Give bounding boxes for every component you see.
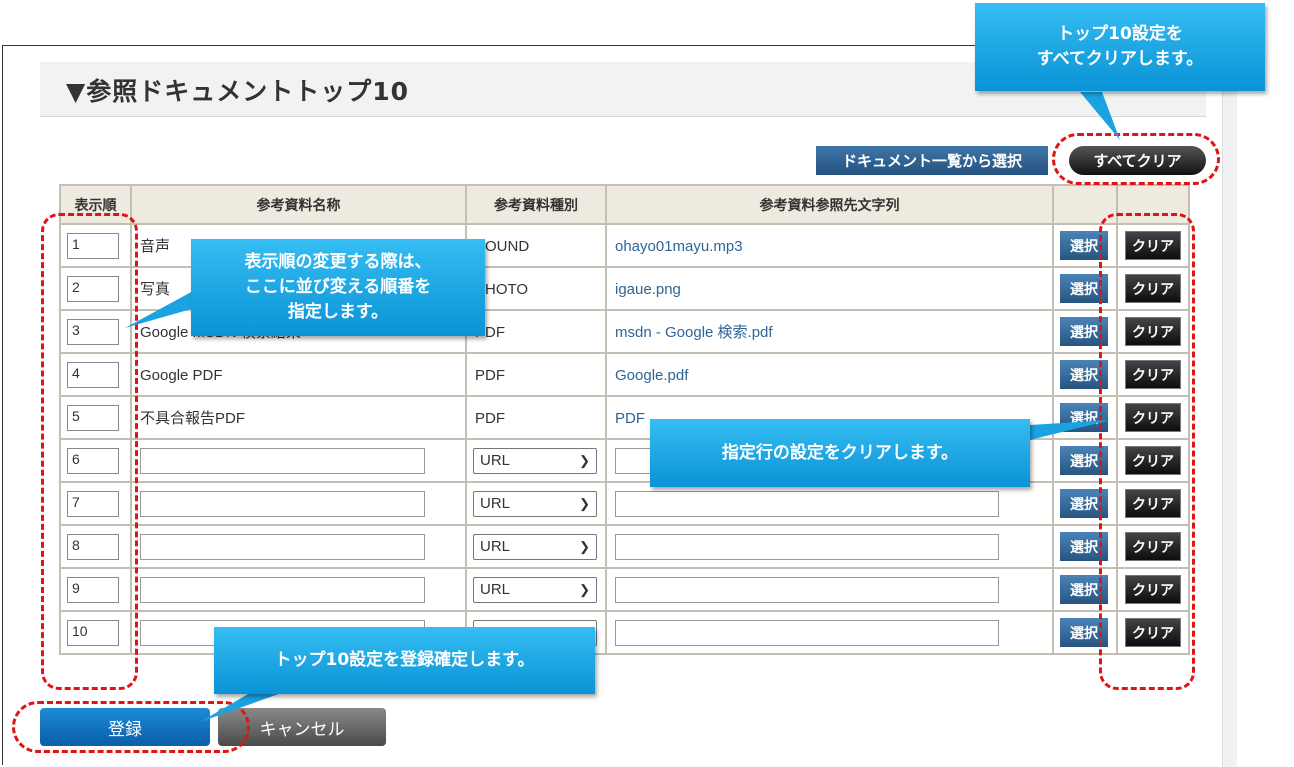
document-reference-link[interactable]: ohayo01mayu.mp3: [607, 238, 743, 255]
document-type: PDF: [475, 366, 505, 384]
document-type-value: URL: [480, 581, 511, 598]
order-column-highlight: [41, 213, 138, 690]
document-name-input[interactable]: [140, 576, 425, 603]
document-name-input[interactable]: [140, 447, 425, 474]
document-reference-input[interactable]: [615, 533, 999, 560]
document-type-select[interactable]: URL ❯: [473, 576, 597, 603]
table-row: 4 Google PDF PDF Google.pdf 選択 クリア: [59, 352, 1190, 397]
document-type-select[interactable]: URL ❯: [473, 447, 597, 474]
document-name: 不具合報告PDF: [140, 410, 246, 427]
document-reference-link[interactable]: Google.pdf: [607, 367, 688, 384]
section-title: ▼参照ドキュメントトップ10: [66, 77, 410, 106]
chevron-down-icon: ❯: [579, 452, 590, 468]
document-reference-link[interactable]: igaue.png: [607, 281, 681, 298]
table-header-row: 表示順 参考資料名称 参考資料種別 参考資料参照先文字列: [59, 184, 1190, 225]
header-name: 参考資料名称: [130, 184, 467, 225]
row-clear-callout: 指定行の設定をクリアします。: [650, 419, 1030, 487]
order-callout: 表示順の変更する際は、 ここに並び変える順番を 指定します。: [191, 239, 485, 336]
table-row: 8 URL ❯ 選択 クリア: [59, 524, 1190, 569]
table-row: 9 URL ❯ 選択 クリア: [59, 567, 1190, 612]
document-type-select[interactable]: URL ❯: [473, 490, 597, 517]
document-reference-input[interactable]: [615, 490, 999, 517]
document-type-value: URL: [480, 538, 511, 555]
chevron-down-icon: ❯: [579, 581, 590, 597]
document-type: PDF: [475, 409, 505, 427]
clear-all-callout: トップ10設定を すべてクリアします。: [975, 3, 1265, 91]
register-callout: トップ10設定を登録確定します。: [214, 627, 595, 694]
document-name-input[interactable]: [140, 490, 425, 517]
header-type: 参考資料種別: [465, 184, 607, 225]
document-reference-link[interactable]: PDF: [607, 410, 645, 427]
document-type-select[interactable]: URL ❯: [473, 533, 597, 560]
header-reference: 参考資料参照先文字列: [605, 184, 1054, 225]
document-type-value: URL: [480, 495, 511, 512]
table-row: 7 URL ❯ 選択 クリア: [59, 481, 1190, 526]
document-name: Google PDF: [140, 366, 223, 384]
document-reference-link[interactable]: msdn - Google 検索.pdf: [607, 324, 773, 341]
chevron-down-icon: ❯: [579, 495, 590, 511]
document-reference-input[interactable]: [615, 576, 999, 603]
register-highlight: [12, 701, 250, 753]
chevron-down-icon: ❯: [579, 538, 590, 554]
scrollbar-track[interactable]: [1222, 45, 1237, 767]
clear-column-highlight: [1099, 213, 1195, 690]
document-reference-input[interactable]: [615, 619, 999, 646]
document-name-input[interactable]: [140, 533, 425, 560]
clear-all-highlight: [1052, 133, 1220, 185]
document-type-value: URL: [480, 452, 511, 469]
select-from-document-list-button[interactable]: ドキュメント一覧から選択: [816, 146, 1048, 175]
